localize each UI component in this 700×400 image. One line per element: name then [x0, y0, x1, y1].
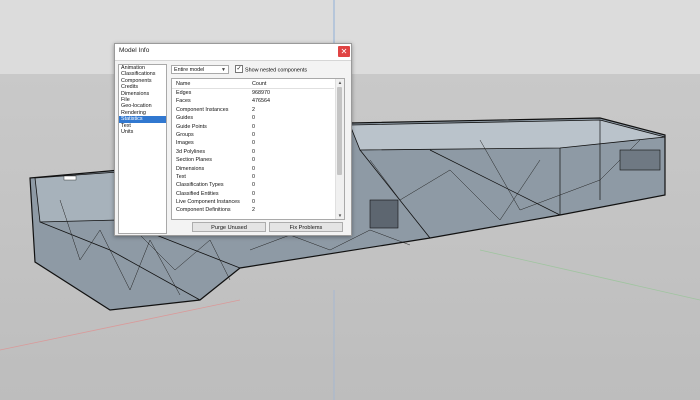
chevron-down-icon: ▼: [221, 67, 226, 73]
table-row: Guide Points 0: [172, 123, 334, 131]
stat-count: 0: [252, 157, 255, 164]
table-row: Live Component Instances 0: [172, 198, 334, 206]
table-row: Classified Entities 0: [172, 190, 334, 198]
table-row: Section Planes 0: [172, 156, 334, 164]
scope-select[interactable]: Entire model ▼: [171, 65, 229, 74]
close-icon[interactable]: ✕: [338, 46, 350, 57]
stat-count: 0: [252, 190, 255, 197]
dialog-title: Model Info: [119, 47, 150, 54]
table-row: Component Instances 2: [172, 106, 334, 114]
table-row: Groups 0: [172, 131, 334, 139]
scroll-thumb[interactable]: [337, 87, 342, 175]
stat-count: 2: [252, 106, 255, 113]
table-row: Faces 476564: [172, 97, 334, 105]
stat-name: Section Planes: [176, 157, 212, 164]
table-row: Component Definitions 2: [172, 206, 334, 214]
model-info-dialog: Model Info ✕ Animation Classifications C…: [114, 43, 352, 236]
table-row: Classification Types 0: [172, 181, 334, 189]
stat-name: Guides: [176, 115, 194, 122]
table-row: 3d Polylines 0: [172, 148, 334, 156]
stat-name: Classification Types: [176, 182, 224, 189]
stat-name: Dimensions: [176, 165, 205, 172]
stat-count: 2: [252, 207, 255, 214]
scope-select-value: Entire model: [174, 67, 205, 73]
purge-unused-button[interactable]: Purge Unused: [192, 222, 266, 232]
checkbox-checked-icon[interactable]: ✓: [235, 65, 243, 73]
stat-count: 0: [252, 199, 255, 206]
category-item-units[interactable]: Units: [119, 129, 166, 135]
stat-name: Faces: [176, 98, 191, 105]
stat-count: 476564: [252, 98, 270, 105]
stat-count: 0: [252, 123, 255, 130]
table-rows: Edges 968970 Faces 476564 Component Instance…: [172, 89, 334, 215]
fix-problems-button[interactable]: Fix Problems: [269, 222, 343, 232]
stat-count: 0: [252, 115, 255, 122]
stat-count: 0: [252, 182, 255, 189]
scroll-up-icon[interactable]: ▲: [336, 79, 344, 86]
table-row: Guides 0: [172, 114, 334, 122]
stat-name: Component Definitions: [176, 207, 231, 214]
table-row: Dimensions 0: [172, 165, 334, 173]
stat-name: Live Component Instances: [176, 199, 240, 206]
category-list[interactable]: Animation Classifications Components Cre…: [118, 64, 167, 234]
stat-count: 0: [252, 148, 255, 155]
scroll-down-icon[interactable]: ▼: [336, 212, 344, 219]
show-nested-label: Show nested components: [245, 67, 308, 74]
column-header-name[interactable]: Name: [176, 81, 190, 87]
dialog-titlebar[interactable]: Model Info ✕: [115, 44, 351, 61]
table-row: Text 0: [172, 173, 334, 181]
stat-name: Images: [176, 140, 194, 147]
stat-count: 0: [252, 140, 255, 147]
stat-name: Guide Points: [176, 123, 207, 130]
stat-count: 968970: [252, 90, 270, 96]
stat-count: 0: [252, 131, 255, 138]
stat-count: 0: [252, 173, 255, 180]
table-row: Edges 968970: [172, 89, 334, 97]
column-header-count[interactable]: Count: [252, 81, 266, 87]
stat-name: Edges: [176, 90, 192, 96]
green-axis-ground-line: [479, 249, 700, 301]
stat-name: 3d Polylines: [176, 148, 206, 155]
table-row: Images 0: [172, 139, 334, 147]
stat-name: Classified Entities: [176, 190, 219, 197]
stat-count: 0: [252, 165, 255, 172]
stat-name: Groups: [176, 131, 194, 138]
statistics-table: Name Count Edges 968970 Faces 476564 Compone…: [171, 78, 345, 220]
vertical-scrollbar[interactable]: ▲ ▼: [335, 79, 344, 219]
stat-name: Component Instances: [176, 106, 229, 113]
stat-name: Text: [176, 173, 186, 180]
table-header: Name Count: [172, 79, 334, 89]
show-nested-checkbox[interactable]: ✓ Show nested components: [235, 65, 308, 74]
